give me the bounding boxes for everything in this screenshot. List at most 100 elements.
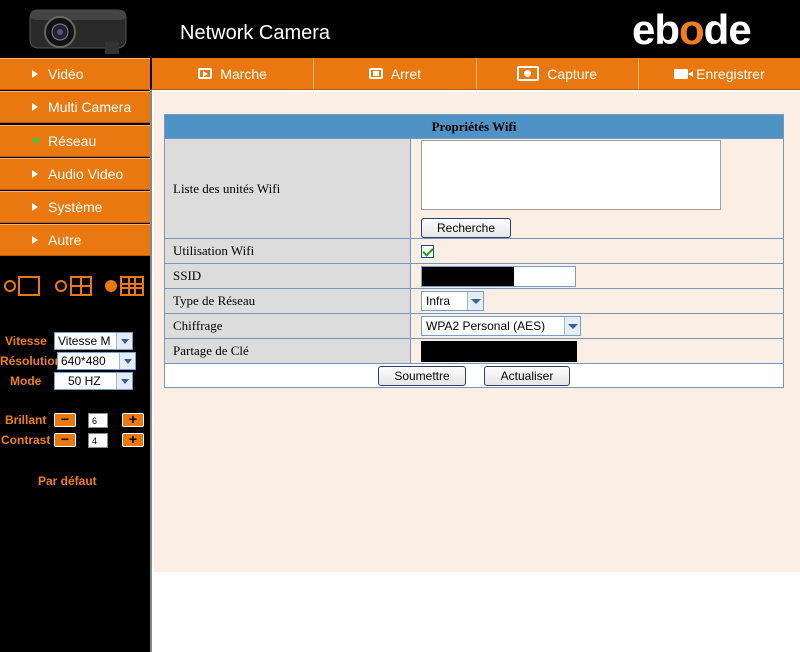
encryption-value: WPA2 Personal (AES) xyxy=(426,319,546,333)
ssid-cell xyxy=(411,264,783,288)
brillant-label: Brillant xyxy=(5,413,47,427)
record-button[interactable]: Enregistrer xyxy=(637,58,800,90)
key-cell xyxy=(411,339,783,363)
top-toolbar: Marche Arret Capture Enregistrer xyxy=(150,58,800,90)
wifi-list-label: Liste des unités Wifi xyxy=(165,139,411,238)
network-type-value: Infra xyxy=(426,294,451,308)
main-content: Propriétés Wifi Liste des unités Wifi Re… xyxy=(150,90,800,652)
default-link[interactable]: Par défaut xyxy=(38,474,97,488)
stop-icon xyxy=(368,68,383,79)
arrow-right-icon xyxy=(32,236,38,244)
arrow-down-icon xyxy=(32,137,40,145)
table-row-actions: Soumettre Actualiser xyxy=(165,363,783,387)
camera-image xyxy=(29,9,127,54)
record-button-label: Enregistrer xyxy=(696,65,765,82)
table-title: Propriétés Wifi xyxy=(165,115,783,139)
sidebar-item-audio-video[interactable]: Audio Video xyxy=(0,158,150,190)
table-row: Liste des unités Wifi Recherche xyxy=(165,139,783,238)
app-title: Network Camera xyxy=(180,22,331,44)
play-icon xyxy=(198,68,213,79)
search-button[interactable]: Recherche xyxy=(421,217,511,238)
table-row: Chiffrage WPA2 Personal (AES) xyxy=(165,313,783,338)
redacted-mask xyxy=(422,266,514,286)
capture-button[interactable]: Capture xyxy=(475,58,638,90)
start-button-label: Marche xyxy=(220,65,267,82)
sidebar-item-system[interactable]: Système xyxy=(0,191,150,223)
contrast-minus-button[interactable]: − xyxy=(54,432,76,447)
mode-select[interactable]: 50 HZ xyxy=(54,372,133,390)
mode-label: Mode xyxy=(10,374,42,388)
chevron-down-icon xyxy=(116,333,132,349)
encryption-select[interactable]: WPA2 Personal (AES) xyxy=(421,316,581,336)
chevron-down-icon xyxy=(119,353,135,369)
quad-view-icon[interactable] xyxy=(70,276,92,296)
sidebar-item-label: Vidéo xyxy=(48,66,84,82)
submit-button[interactable]: Soumettre xyxy=(378,365,466,386)
brillant-minus-button[interactable]: − xyxy=(54,412,76,427)
refresh-button[interactable]: Actualiser xyxy=(484,365,570,386)
key-label: Partage de Clé xyxy=(165,339,411,363)
network-type-cell: Infra xyxy=(411,289,783,313)
sidebar-item-video[interactable]: Vidéo xyxy=(0,58,150,90)
wifi-device-list[interactable] xyxy=(421,139,721,210)
chevron-down-icon xyxy=(116,373,132,389)
chevron-down-icon xyxy=(564,317,580,335)
wifi-usage-checkbox[interactable] xyxy=(421,244,434,258)
network-type-label: Type de Réseau xyxy=(165,289,411,313)
sidebar-item-label: Système xyxy=(48,199,103,215)
header: Network Camera ebode xyxy=(0,0,800,58)
sidebar-item-label: Autre xyxy=(48,232,82,248)
wifi-properties-table: Propriétés Wifi Liste des unités Wifi Re… xyxy=(164,114,784,388)
wifi-usage-cell xyxy=(411,239,783,263)
layout-9-radio[interactable] xyxy=(105,280,117,292)
nine-view-icon[interactable] xyxy=(120,276,144,296)
ssid-label: SSID xyxy=(165,264,411,288)
brillant-value: 6 xyxy=(88,413,108,428)
vitesse-label: Vitesse xyxy=(5,334,47,348)
brand-logo: ebode xyxy=(632,6,752,53)
key-input[interactable] xyxy=(421,340,577,362)
layout-4-radio[interactable] xyxy=(55,280,67,292)
sidebar-item-label: Audio Video xyxy=(48,166,124,182)
single-view-icon[interactable] xyxy=(18,276,40,296)
table-row: Partage de Clé xyxy=(165,338,783,363)
video-camera-icon xyxy=(674,68,694,79)
sidebar-item-label: Multi Camera xyxy=(48,99,132,115)
wifi-usage-label: Utilisation Wifi xyxy=(165,239,411,263)
table-row: SSID xyxy=(165,263,783,288)
resolution-select[interactable]: 640*480 xyxy=(57,352,136,370)
content-panel: Propriétés Wifi Liste des unités Wifi Re… xyxy=(154,92,800,572)
table-row: Utilisation Wifi xyxy=(165,238,783,263)
vitesse-value: Vitesse M xyxy=(58,334,111,348)
mode-value: 50 HZ xyxy=(68,374,101,388)
encryption-cell: WPA2 Personal (AES) xyxy=(411,314,783,338)
sidebar: Vidéo Multi Camera Réseau Audio Video Sy… xyxy=(0,58,150,652)
capture-button-label: Capture xyxy=(547,65,598,82)
resolution-label: Résolution xyxy=(0,354,62,368)
arrow-right-icon xyxy=(32,70,38,78)
brillant-plus-button[interactable]: + xyxy=(122,412,144,427)
wifi-list-cell: Recherche xyxy=(411,139,783,238)
network-type-select[interactable]: Infra xyxy=(421,291,484,311)
chevron-down-icon xyxy=(467,292,483,310)
stop-button-label: Arret xyxy=(390,65,422,82)
start-button[interactable]: Marche xyxy=(150,58,314,90)
encryption-label: Chiffrage xyxy=(165,314,411,338)
vitesse-select[interactable]: Vitesse M xyxy=(54,332,133,350)
sidebar-item-other[interactable]: Autre xyxy=(0,224,150,256)
contrast-value: 4 xyxy=(88,433,108,448)
arrow-right-icon xyxy=(32,103,38,111)
arrow-right-icon xyxy=(32,203,38,211)
arrow-right-icon xyxy=(32,170,38,178)
layout-1-radio[interactable] xyxy=(4,280,16,292)
camera-icon xyxy=(517,66,540,81)
ssid-input[interactable] xyxy=(421,265,576,287)
sidebar-item-multi-camera[interactable]: Multi Camera xyxy=(0,91,150,123)
contrast-plus-button[interactable]: + xyxy=(122,432,144,447)
stop-button[interactable]: Arret xyxy=(313,58,476,90)
resolution-value: 640*480 xyxy=(61,354,106,368)
contrast-label: Contrast xyxy=(1,433,51,447)
sidebar-item-label: Réseau xyxy=(48,133,97,149)
sidebar-item-network[interactable]: Réseau xyxy=(0,125,150,157)
table-row: Type de Réseau Infra xyxy=(165,288,783,313)
